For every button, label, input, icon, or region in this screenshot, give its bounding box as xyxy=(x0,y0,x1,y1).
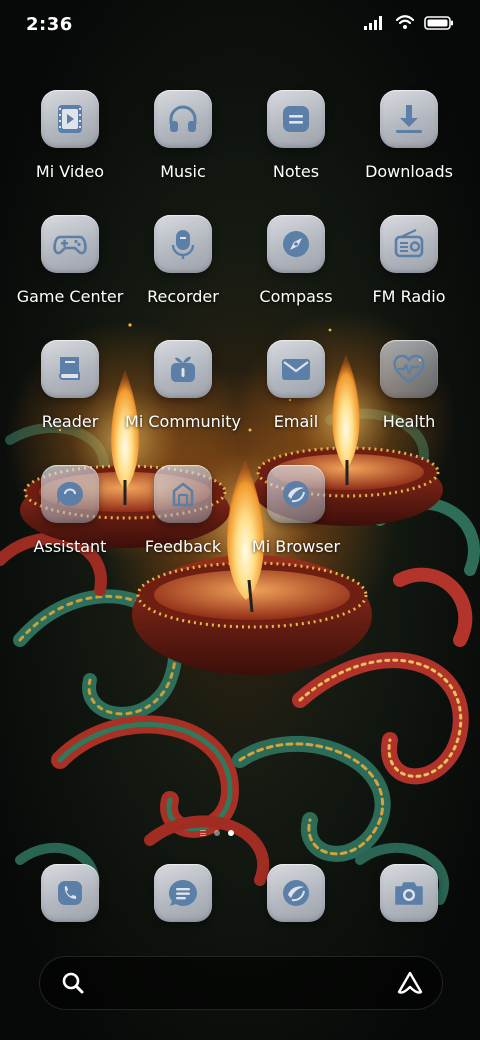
gamepad-icon[interactable] xyxy=(41,215,99,273)
app-music[interactable]: Music xyxy=(123,90,243,200)
app-mi-browser[interactable]: Mi Browser xyxy=(236,465,356,575)
app-recorder[interactable]: Recorder xyxy=(123,215,243,325)
page-dot-active xyxy=(228,830,234,836)
app-label: Email xyxy=(273,412,319,431)
download-icon[interactable] xyxy=(380,90,438,148)
app-assistant[interactable]: Assistant xyxy=(10,465,130,575)
app-label: Mi Community xyxy=(125,412,241,431)
dock-app-phone[interactable] xyxy=(41,864,101,924)
app-notes[interactable]: Notes xyxy=(236,90,356,200)
app-email[interactable]: Email xyxy=(236,340,356,450)
minus-one-screen-indicator xyxy=(200,830,206,836)
status-bar: 2:36 xyxy=(0,0,480,50)
dock-app-camera[interactable] xyxy=(380,864,440,924)
feedback-icon[interactable] xyxy=(154,465,212,523)
app-game-center[interactable]: Game Center xyxy=(10,215,130,325)
dock-app-messages[interactable] xyxy=(154,864,214,924)
browser-icon[interactable] xyxy=(267,465,325,523)
assistant-icon[interactable] xyxy=(41,465,99,523)
headphones-icon[interactable] xyxy=(154,90,212,148)
app-label: FM Radio xyxy=(372,287,446,306)
search-icon[interactable] xyxy=(60,970,86,1000)
app-label: Mi Video xyxy=(35,162,105,181)
battery-icon xyxy=(424,15,454,34)
app-mi-community[interactable]: Mi Community xyxy=(123,340,243,450)
app-label: Mi Browser xyxy=(251,537,341,556)
page-indicator xyxy=(200,830,234,836)
wifi-icon xyxy=(395,14,415,34)
community-icon[interactable] xyxy=(154,340,212,398)
search-bar[interactable] xyxy=(39,956,443,1010)
page-dot xyxy=(214,830,220,836)
app-label: Downloads xyxy=(365,162,453,181)
app-label: Reader xyxy=(41,412,99,431)
app-label: Feedback xyxy=(144,537,222,556)
signal-icon xyxy=(364,15,386,34)
app-reader[interactable]: Reader xyxy=(10,340,130,450)
notes-icon[interactable] xyxy=(267,90,325,148)
app-label: Compass xyxy=(259,287,333,306)
book-icon[interactable] xyxy=(41,340,99,398)
app-mi-video[interactable]: Mi Video xyxy=(10,90,130,200)
assistant-logo-icon[interactable] xyxy=(396,970,424,1000)
app-label: Assistant xyxy=(33,537,107,556)
app-label: Music xyxy=(160,162,206,181)
app-compass[interactable]: Compass xyxy=(236,215,356,325)
camera-icon[interactable] xyxy=(380,864,438,922)
clock: 2:36 xyxy=(26,14,73,35)
app-feedback[interactable]: Feedback xyxy=(123,465,243,575)
app-downloads[interactable]: Downloads xyxy=(349,90,469,200)
microphone-icon[interactable] xyxy=(154,215,212,273)
dock-app-browser[interactable] xyxy=(267,864,327,924)
phone-icon[interactable] xyxy=(41,864,99,922)
compass-icon[interactable] xyxy=(267,215,325,273)
app-fm-radio[interactable]: FM Radio xyxy=(349,215,469,325)
status-icons xyxy=(364,14,454,34)
app-health[interactable]: Health xyxy=(349,340,469,450)
app-label: Health xyxy=(382,412,436,431)
video-icon[interactable] xyxy=(41,90,99,148)
app-label: Game Center xyxy=(16,287,124,306)
app-label: Notes xyxy=(272,162,320,181)
messages-icon[interactable] xyxy=(154,864,212,922)
browser-icon[interactable] xyxy=(267,864,325,922)
mail-icon[interactable] xyxy=(267,340,325,398)
app-label: Recorder xyxy=(147,287,219,306)
heart-pulse-icon[interactable] xyxy=(380,340,438,398)
radio-icon[interactable] xyxy=(380,215,438,273)
